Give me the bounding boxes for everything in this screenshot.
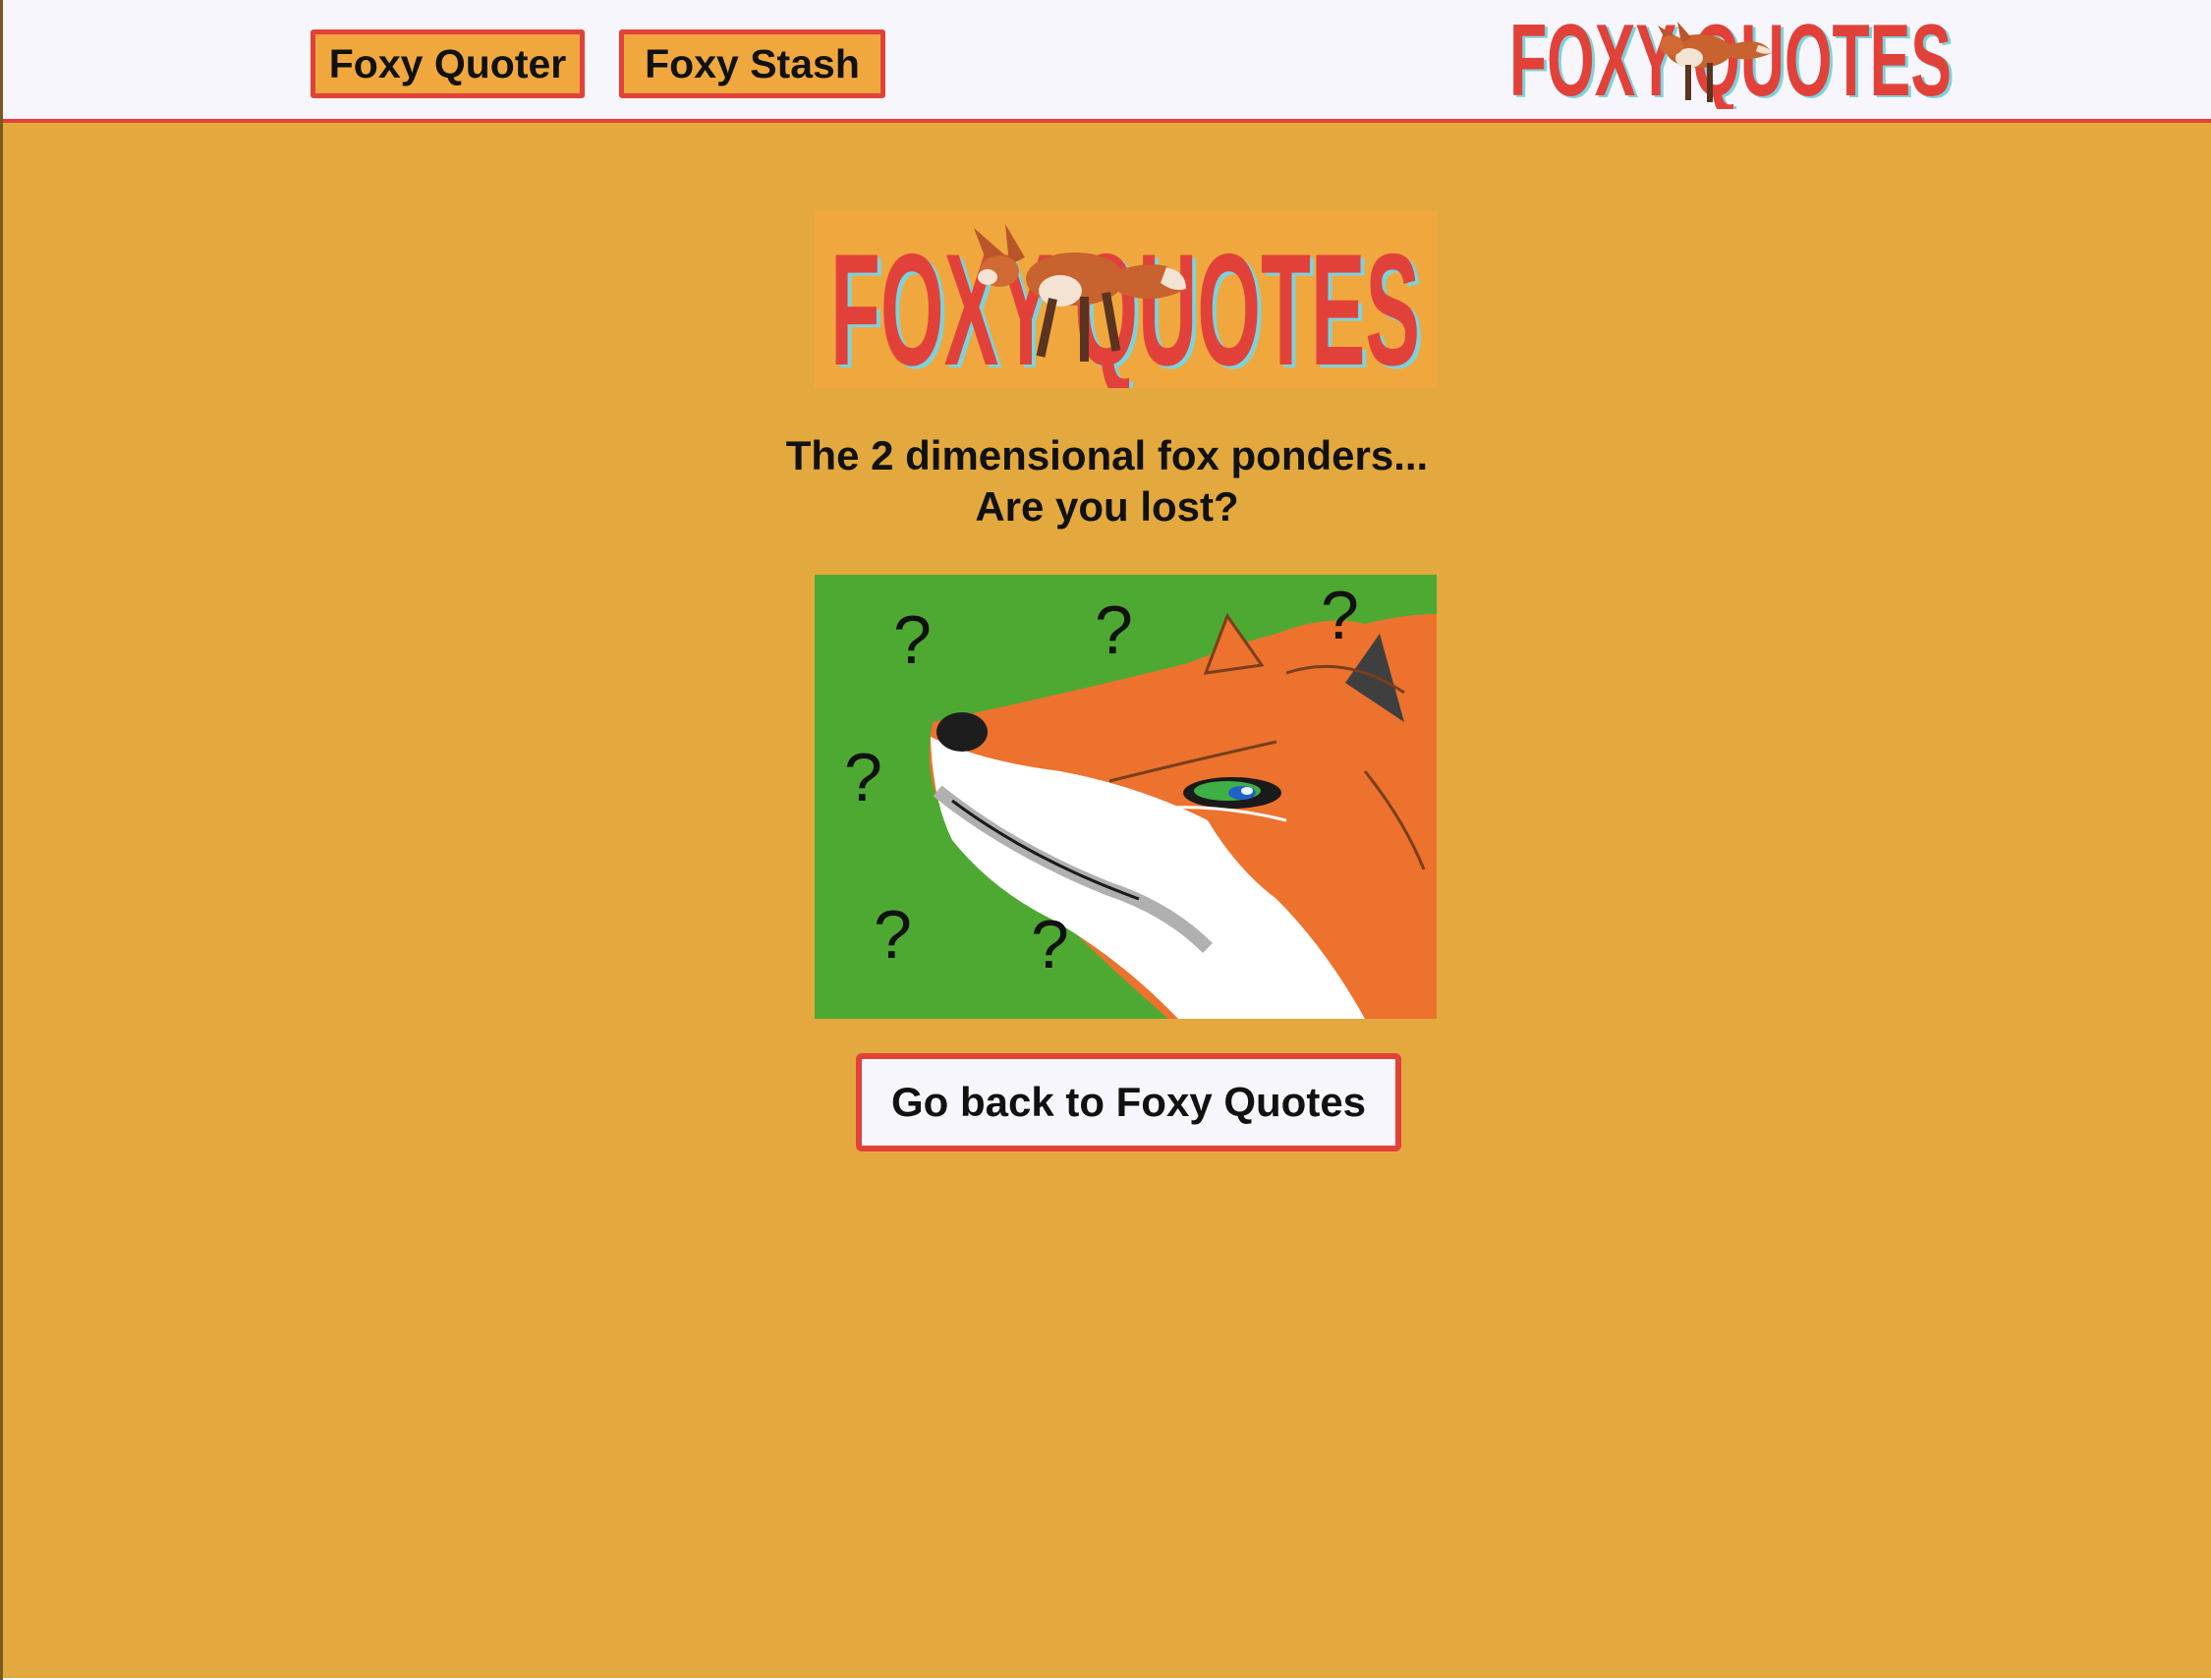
main-logo: FOXY QUOTES FOXY QUOTES: [815, 210, 1437, 388]
message-line-2: Are you lost?: [975, 483, 1239, 530]
foxy-quoter-button[interactable]: Foxy Quoter: [311, 29, 585, 98]
foxy-stash-button[interactable]: Foxy Stash: [619, 29, 885, 98]
top-nav-bar: Foxy Quoter Foxy Stash FOXY QUOTES FOXY …: [3, 0, 2211, 123]
message-line-1: The 2 dimensional fox ponders...: [785, 432, 1429, 478]
svg-text:?: ?: [1321, 577, 1359, 653]
svg-text:?: ?: [874, 896, 912, 973]
go-back-button[interactable]: Go back to Foxy Quotes: [856, 1053, 1401, 1151]
main-logo-text: FOXY QUOTES: [830, 221, 1420, 388]
fox-logo-icon: FOXY QUOTES FOXY QUOTES: [1509, 4, 1955, 109]
header-logo[interactable]: FOXY QUOTES FOXY QUOTES: [1504, 4, 1962, 109]
confused-fox-drawing: ? ? ? ? ? ?: [815, 575, 1437, 1019]
svg-text:?: ?: [1095, 591, 1133, 668]
page-background: Foxy Quoter Foxy Stash FOXY QUOTES FOXY …: [3, 0, 2211, 1678]
confused-fox-image: ? ? ? ? ? ?: [815, 575, 1437, 1019]
lost-message: The 2 dimensional fox ponders... Are you…: [3, 430, 2211, 532]
svg-text:?: ?: [893, 601, 932, 678]
svg-text:?: ?: [844, 739, 882, 815]
svg-text:?: ?: [1031, 906, 1069, 982]
fox-logo-icon: FOXY QUOTES FOXY QUOTES: [830, 221, 1424, 388]
